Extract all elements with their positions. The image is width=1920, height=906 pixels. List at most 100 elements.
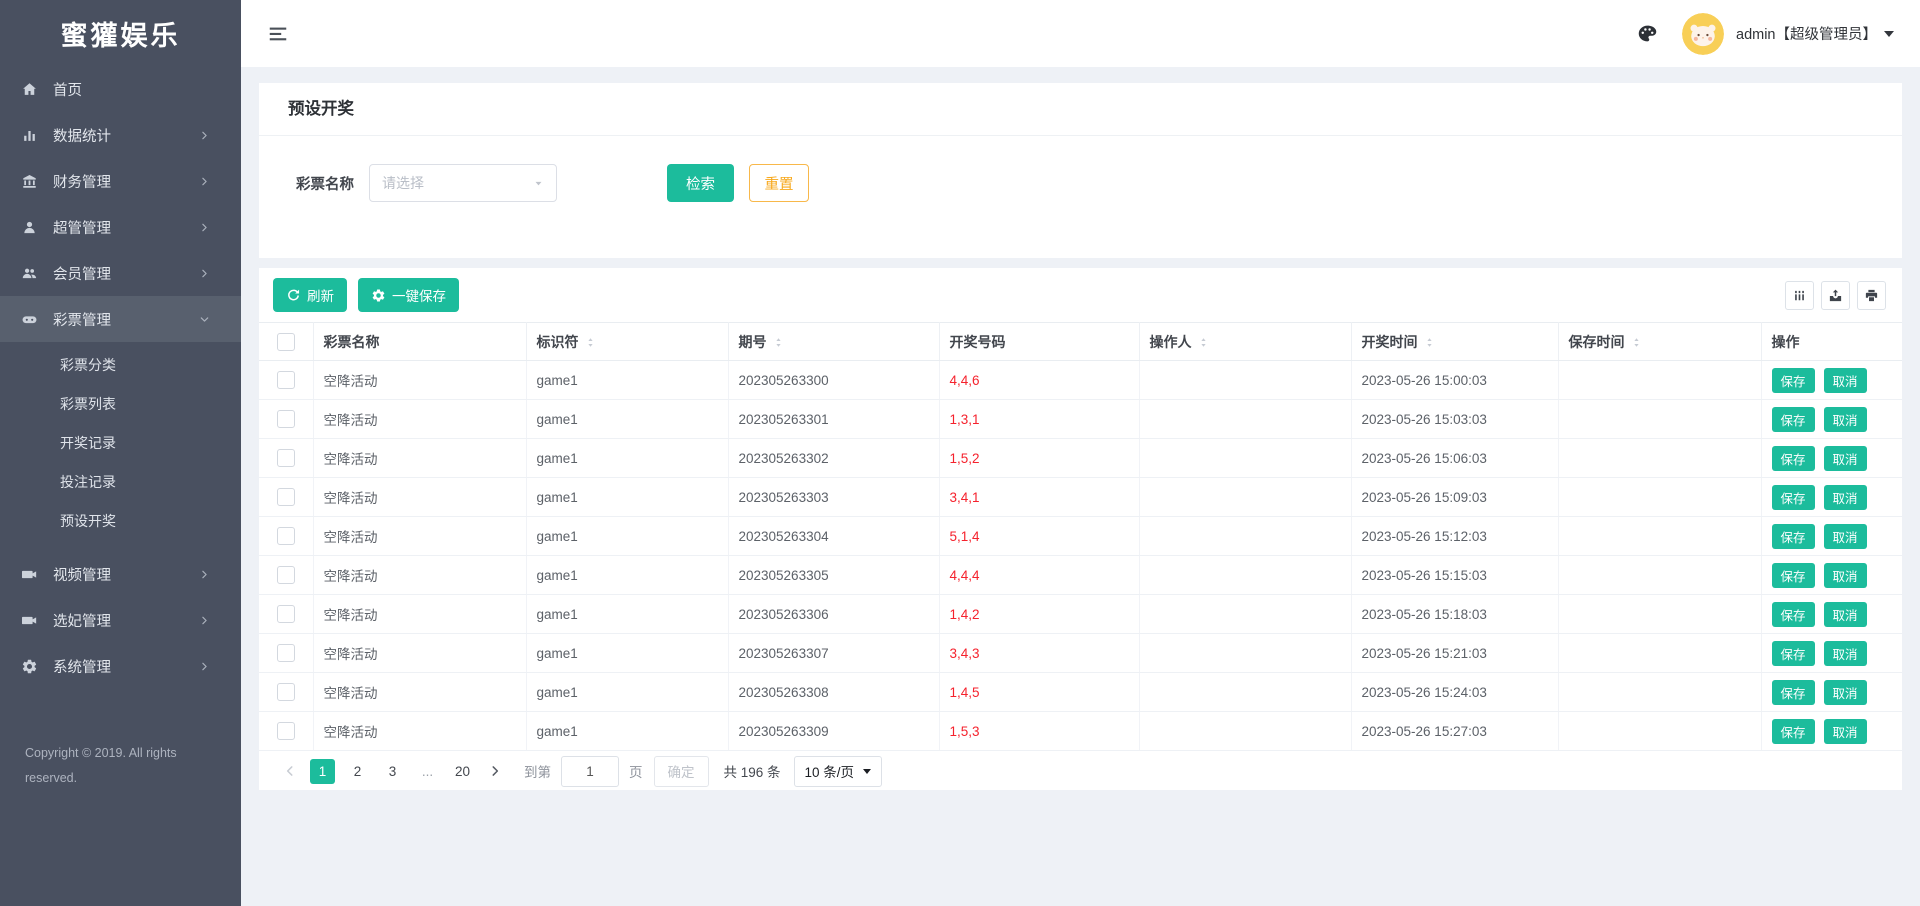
sidebar-subitem[interactable]: 彩票分类 xyxy=(0,346,241,385)
header-cell xyxy=(259,322,314,361)
cancel-button[interactable]: 取消 xyxy=(1823,562,1867,588)
row-checkbox[interactable] xyxy=(276,371,295,389)
save-button[interactable]: 保存 xyxy=(1771,679,1815,705)
page-size-select[interactable]: 10 条/页 xyxy=(793,755,883,787)
cancel-button[interactable]: 取消 xyxy=(1823,445,1867,471)
sidebar-subitem[interactable]: 投注记录 xyxy=(0,463,241,502)
sidebar-item[interactable]: 会员管理 xyxy=(0,250,241,296)
topbar-right: admin【超级管理员】 xyxy=(1637,12,1894,55)
row-checkbox[interactable] xyxy=(276,527,295,545)
cell-actions: 保存 取消 xyxy=(1761,477,1902,517)
confirm-button[interactable]: 确定 xyxy=(653,755,709,787)
columns-button[interactable] xyxy=(1785,280,1814,310)
cell-save_time xyxy=(1558,594,1762,634)
copyright-text: Copyright © 2019. All rights reserved. xyxy=(25,746,177,785)
sidebar-item[interactable]: 数据统计 xyxy=(0,112,241,158)
sidebar-item[interactable]: 系统管理 xyxy=(0,643,241,689)
sidebar-item[interactable]: 选妃管理 xyxy=(0,597,241,643)
avatar[interactable] xyxy=(1682,12,1724,55)
cell-code: game1 xyxy=(526,633,729,673)
sidebar-item-label: 财务管理 xyxy=(53,174,111,191)
table-row: 空降活动 game1 202305263300 4,4,6 2023-05-26 15:… xyxy=(259,360,1902,400)
page-button[interactable]: 1 xyxy=(310,758,335,784)
filter-panel: 预设开奖 彩票名称 请选择 检索 重置 xyxy=(259,83,1902,258)
cell-operator xyxy=(1139,516,1352,556)
cell-numbers: 5,1,4 xyxy=(939,516,1140,556)
table-header-row: 彩票名称 标识符 期号 开奖号码 操作人 开奖时间 保存时间 操作 xyxy=(259,322,1902,361)
palette-icon[interactable] xyxy=(1637,23,1658,44)
cell-name: 空降活动 xyxy=(313,633,527,673)
cancel-button[interactable]: 取消 xyxy=(1823,367,1867,393)
print-button[interactable] xyxy=(1857,280,1886,310)
pagination: 123... 20 到第 页 确定 共 196 条 10 条/页 xyxy=(259,751,1902,791)
cancel-button[interactable]: 取消 xyxy=(1823,601,1867,627)
save-button[interactable]: 保存 xyxy=(1771,445,1815,471)
user-menu[interactable]: admin【超级管理员】 xyxy=(1736,23,1894,44)
cancel-button[interactable]: 取消 xyxy=(1823,718,1867,744)
sort-icon[interactable] xyxy=(772,336,785,349)
export-button[interactable] xyxy=(1821,280,1850,310)
save-button[interactable]: 保存 xyxy=(1771,484,1815,510)
gamepad-icon xyxy=(21,311,38,328)
page-button[interactable]: 2 xyxy=(345,759,370,784)
sort-icon[interactable] xyxy=(584,336,597,349)
row-checkbox[interactable] xyxy=(276,449,295,467)
sidebar-item[interactable]: 视频管理 xyxy=(0,551,241,597)
row-checkbox[interactable] xyxy=(276,644,295,662)
page-button[interactable]: 20 xyxy=(450,759,475,784)
row-checkbox[interactable] xyxy=(276,722,295,740)
save-button[interactable]: 保存 xyxy=(1771,601,1815,627)
save-all-button[interactable]: 一键保存 xyxy=(358,278,459,312)
save-button[interactable]: 保存 xyxy=(1771,718,1815,744)
cell-numbers: 1,5,3 xyxy=(939,711,1140,751)
row-checkbox[interactable] xyxy=(276,683,295,701)
cancel-button[interactable]: 取消 xyxy=(1823,406,1867,432)
cell-name: 空降活动 xyxy=(313,477,527,517)
refresh-icon xyxy=(286,288,301,303)
search-button[interactable]: 检索 xyxy=(667,164,734,202)
sidebar-subitem[interactable]: 开奖记录 xyxy=(0,424,241,463)
cancel-button[interactable]: 取消 xyxy=(1823,679,1867,705)
save-button[interactable]: 保存 xyxy=(1771,406,1815,432)
cancel-button[interactable]: 取消 xyxy=(1823,640,1867,666)
reset-button[interactable]: 重置 xyxy=(749,164,809,202)
cancel-button[interactable]: 取消 xyxy=(1823,523,1867,549)
header-cell: 标识符 xyxy=(526,322,729,361)
sidebar-item[interactable]: 超管管理 xyxy=(0,204,241,250)
cell-name: 空降活动 xyxy=(313,360,527,400)
goto-page-input[interactable] xyxy=(561,755,619,787)
save-button[interactable]: 保存 xyxy=(1771,562,1815,588)
sort-icon[interactable] xyxy=(1197,336,1210,349)
cancel-button[interactable]: 取消 xyxy=(1823,484,1867,510)
menu-fold-icon[interactable] xyxy=(267,23,289,45)
sidebar-subitem[interactable]: 彩票列表 xyxy=(0,385,241,424)
prev-page-button[interactable] xyxy=(283,764,297,778)
sidebar-subitem[interactable]: 预设开奖 xyxy=(0,502,241,541)
row-checkbox[interactable] xyxy=(276,488,295,506)
page-button[interactable]: 3 xyxy=(380,759,405,784)
save-button[interactable]: 保存 xyxy=(1771,367,1815,393)
row-checkbox[interactable] xyxy=(276,410,295,428)
sidebar-item[interactable]: 财务管理 xyxy=(0,158,241,204)
sort-icon[interactable] xyxy=(1630,336,1643,349)
cell-checkbox xyxy=(259,633,314,673)
refresh-button[interactable]: 刷新 xyxy=(273,278,347,312)
cell-operator xyxy=(1139,477,1352,517)
save-button[interactable]: 保存 xyxy=(1771,523,1815,549)
caret-down-icon xyxy=(533,178,544,189)
next-page-button[interactable] xyxy=(488,764,502,778)
table-row: 空降活动 game1 202305263305 4,4,4 2023-05-26 15:… xyxy=(259,555,1902,595)
table-row: 空降活动 game1 202305263303 3,4,1 2023-05-26 15:… xyxy=(259,477,1902,517)
table-view-tools xyxy=(1778,280,1886,310)
select-all-checkbox[interactable] xyxy=(276,332,295,351)
cell-checkbox xyxy=(259,594,314,634)
lottery-name-select[interactable]: 请选择 xyxy=(369,164,557,202)
save-button[interactable]: 保存 xyxy=(1771,640,1815,666)
row-checkbox[interactable] xyxy=(276,566,295,584)
sidebar-item[interactable]: 彩票管理 xyxy=(0,296,241,342)
row-checkbox[interactable] xyxy=(276,605,295,623)
sidebar-item-label: 数据统计 xyxy=(53,128,111,145)
cell-numbers: 3,4,1 xyxy=(939,477,1140,517)
sort-icon[interactable] xyxy=(1423,336,1436,349)
sidebar-item[interactable]: 首页 xyxy=(0,66,241,112)
